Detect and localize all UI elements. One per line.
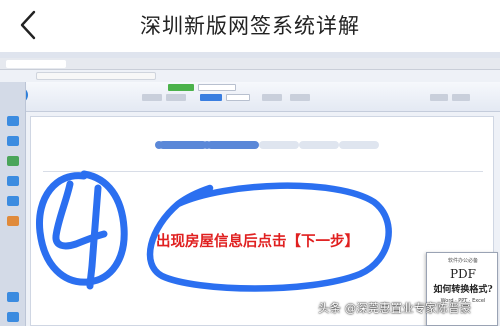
nav-button-active[interactable] bbox=[200, 94, 222, 101]
sidebar-item-icon[interactable] bbox=[7, 136, 19, 146]
ad-subtitle: 如何转换格式? bbox=[433, 285, 493, 295]
page-title: 深圳新版网签系统详解 bbox=[140, 14, 360, 38]
toolbar-button[interactable] bbox=[198, 84, 236, 91]
progress-dot bbox=[203, 141, 211, 149]
address-bar[interactable] bbox=[36, 72, 156, 80]
sidebar-item-icon[interactable] bbox=[7, 116, 19, 126]
progress-step-current bbox=[207, 141, 259, 149]
nav-button[interactable] bbox=[262, 94, 282, 101]
nav-button[interactable] bbox=[290, 94, 310, 101]
sidebar-item-icon[interactable] bbox=[7, 292, 19, 302]
ad-title: PDF bbox=[449, 267, 477, 281]
sidebar bbox=[0, 82, 26, 326]
progress-step-pending bbox=[339, 141, 379, 149]
toolbar-button[interactable] bbox=[168, 84, 194, 91]
content-panel bbox=[30, 116, 494, 326]
instruction-text: 出现房屋信息后点击【下一步】 bbox=[156, 234, 359, 250]
divider bbox=[43, 171, 483, 172]
browser-tab-bar bbox=[0, 58, 500, 70]
progress-step-pending bbox=[299, 141, 339, 149]
progress-step-done bbox=[159, 141, 207, 149]
monitor-screen bbox=[0, 58, 500, 326]
sidebar-item-icon[interactable] bbox=[7, 156, 19, 166]
user-menu[interactable] bbox=[430, 94, 448, 101]
logout-button[interactable] bbox=[452, 94, 470, 101]
sidebar-item-icon[interactable] bbox=[7, 312, 19, 322]
portal-header bbox=[0, 82, 500, 112]
sidebar-item-icon[interactable] bbox=[7, 196, 19, 206]
sidebar-item-icon[interactable] bbox=[7, 176, 19, 186]
app-header: 深圳新版网签系统详解 bbox=[0, 0, 500, 50]
nav-button[interactable] bbox=[166, 94, 186, 101]
ad-tagline: 软件办公必备 bbox=[447, 258, 478, 264]
nav-button[interactable] bbox=[142, 94, 162, 101]
progress-dot bbox=[155, 141, 163, 149]
screen-photo: 出现房屋信息后点击【下一步】 软件办公必备 PDF 如何转换格式? Word ·… bbox=[0, 52, 500, 326]
browser-tab[interactable] bbox=[6, 60, 66, 68]
progress-step-pending bbox=[259, 141, 299, 149]
source-watermark: 头条 @深莞惠置业专家陈晋豪 bbox=[318, 301, 472, 315]
sidebar-item-icon[interactable] bbox=[7, 216, 19, 226]
nav-button[interactable] bbox=[226, 94, 250, 101]
